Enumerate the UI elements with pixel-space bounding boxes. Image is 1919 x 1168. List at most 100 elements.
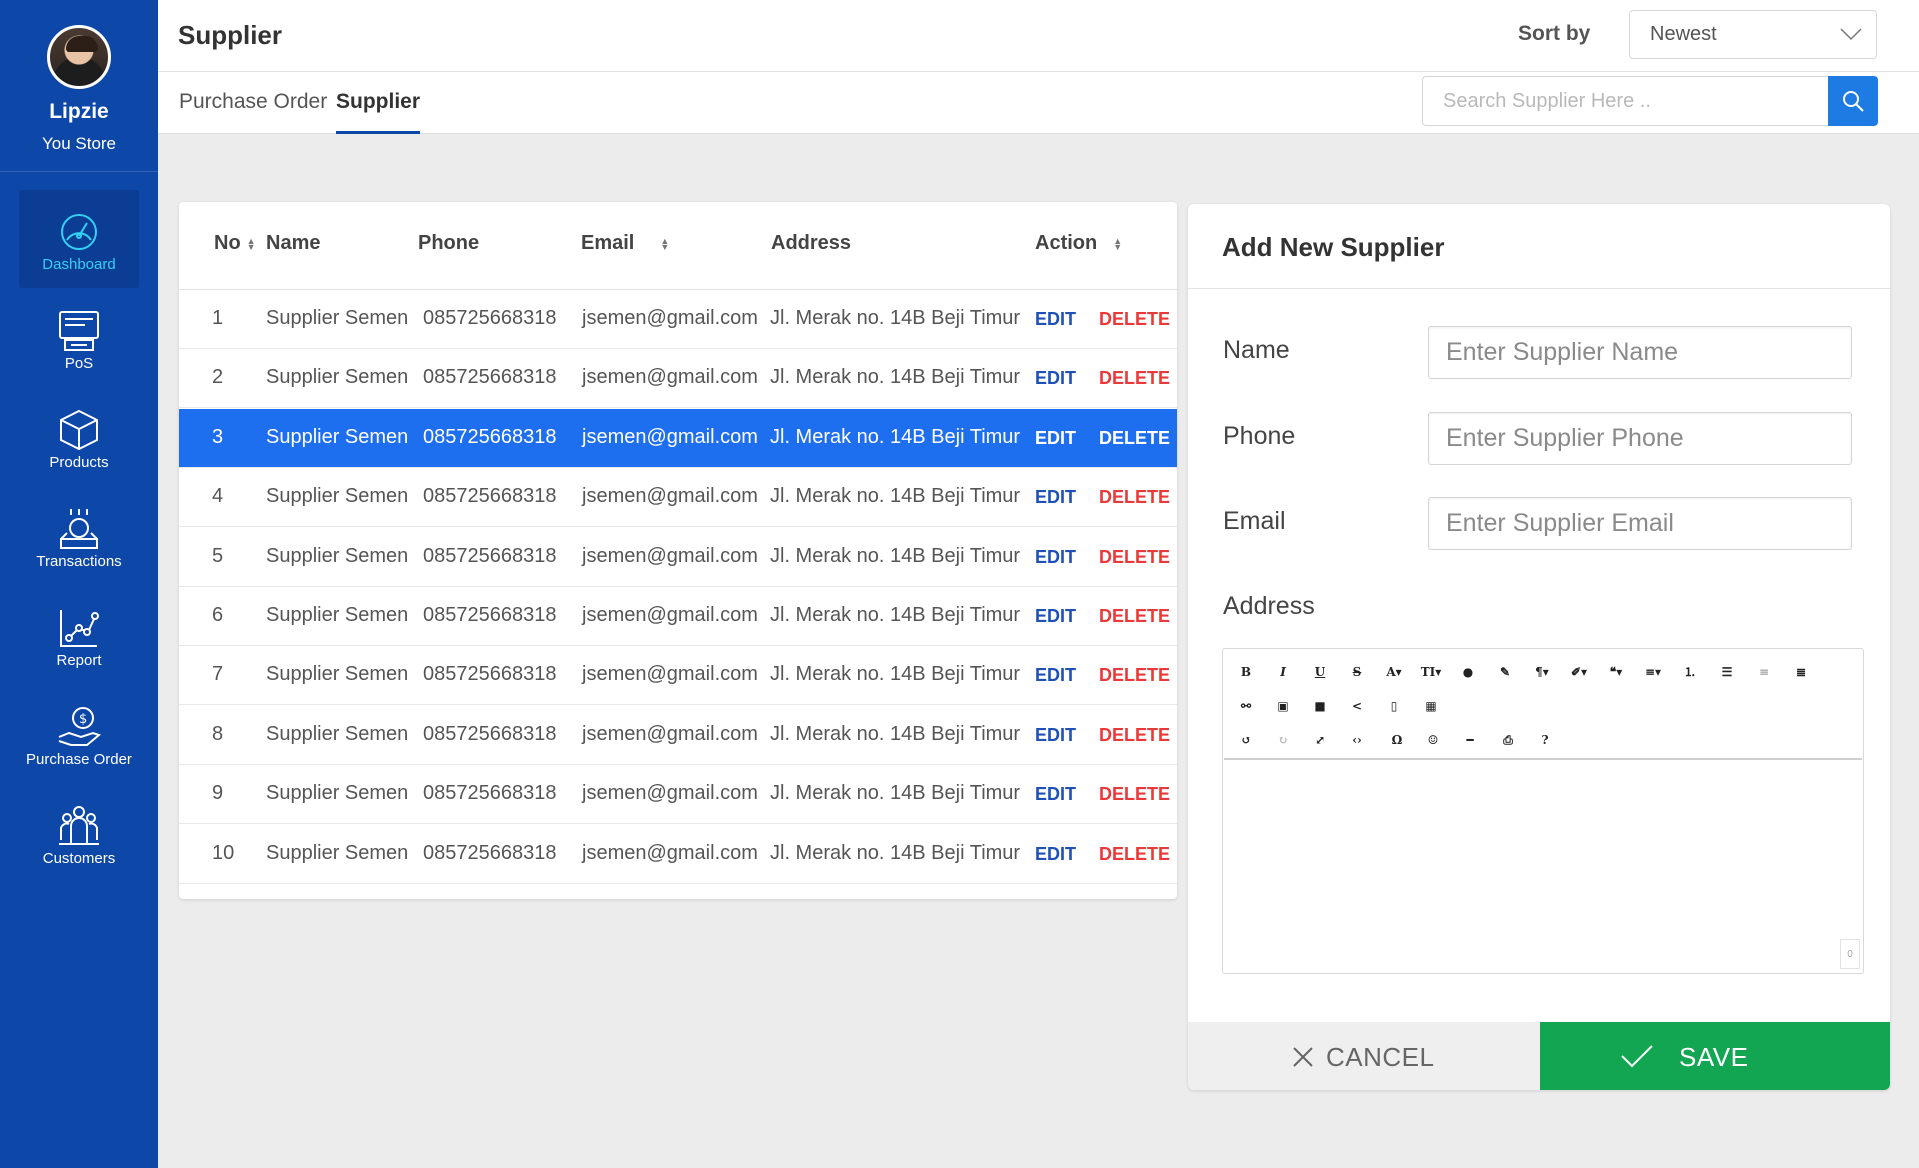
edit-link[interactable]: EDIT [1035,844,1076,865]
edit-link[interactable]: EDIT [1035,547,1076,568]
save-button[interactable]: SAVE [1540,1022,1890,1090]
table-row[interactable]: 3 Supplier Semen 085725668318 jsemen@gmail.… [179,408,1177,468]
delete-link[interactable]: DELETE [1099,309,1170,330]
edit-link[interactable]: EDIT [1035,309,1076,330]
table-row[interactable]: 4 Supplier Semen 085725668318 jsemen@gmail.… [179,468,1177,528]
table-row[interactable]: 5 Supplier Semen 085725668318 jsemen@gmail.… [179,528,1177,587]
search-bar [1422,76,1878,126]
table-row[interactable]: 6 Supplier Semen 085725668318 jsemen@gmail.… [179,587,1177,646]
delete-link[interactable]: DELETE [1099,784,1170,805]
page-title: Supplier [178,20,283,50]
tab-supplier[interactable]: Supplier [336,90,421,134]
edit-link[interactable]: EDIT [1035,487,1076,508]
nav-customers[interactable]: Customers [19,784,139,882]
delete-link[interactable]: DELETE [1099,547,1170,568]
underline-icon[interactable]: U [1306,660,1334,684]
table-row[interactable]: 10 Supplier Semen 085725668318 jsemen@gmail… [179,825,1177,884]
column-header-no[interactable]: No ▲ ▼ [214,232,256,255]
tab-purchase-order[interactable]: Purchase Order [179,90,327,134]
delete-link[interactable]: DELETE [1099,368,1170,389]
nav-report[interactable]: Report [19,586,139,684]
sort-select[interactable]: Newest [1629,10,1877,59]
column-header-action[interactable]: Action ▲ ▼ [1035,232,1122,255]
supplier-name: Supplier Semen [266,841,409,864]
search-input[interactable] [1422,76,1828,126]
delete-link[interactable]: DELETE [1099,725,1170,746]
edit-link[interactable]: EDIT [1035,428,1076,449]
transactions-icon [60,509,98,549]
special-char-icon[interactable]: Ω [1383,728,1411,752]
delete-link[interactable]: DELETE [1099,487,1170,508]
column-header-email[interactable]: Email ▲ ▼ [581,232,669,255]
supplier-phone: 085725668318 [423,782,557,805]
supplier-name-field[interactable] [1428,326,1852,379]
nav-dashboard[interactable]: Dashboard [19,190,139,288]
nav-purchase-order[interactable]: $ Purchase Order [19,685,139,783]
chevron-down-icon [1840,28,1862,41]
subbar: Purchase Order Supplier [158,72,1919,134]
supplier-email: jsemen@gmail.com [582,722,758,745]
svg-text:$: $ [79,712,87,727]
bold-icon[interactable]: B [1232,660,1260,684]
search-button[interactable] [1828,76,1878,126]
italic-icon[interactable]: I [1269,660,1297,684]
edit-link[interactable]: EDIT [1035,665,1076,686]
row-number: 8 [212,722,224,745]
delete-link[interactable]: DELETE [1099,844,1170,865]
supplier-phone: 085725668318 [423,841,557,864]
help-icon[interactable]: ? [1531,728,1559,752]
supplier-address: Jl. Merak no. 14B Beji Timur [770,425,1021,448]
supplier-email-field[interactable] [1428,497,1852,550]
fullscreen-icon[interactable]: ⤢ [1306,728,1334,752]
indent-icon[interactable]: ≣ [1787,660,1815,684]
unordered-list-icon[interactable]: ☰ [1713,660,1741,684]
align-icon[interactable]: ≡▾ [1639,660,1667,684]
edit-link[interactable]: EDIT [1035,784,1076,805]
supplier-phone: 085725668318 [423,604,557,626]
sidebar: Lipzie You Store Dashboard PoS Products … [0,0,158,1168]
delete-link[interactable]: DELETE [1099,665,1170,686]
redo-icon[interactable]: ↻ [1269,728,1297,752]
emoticon-icon[interactable]: ☺ [1419,728,1447,752]
edit-link[interactable]: EDIT [1035,606,1076,627]
strikethrough-icon[interactable]: S [1343,660,1371,684]
nav-pos[interactable]: PoS [19,289,139,387]
address-editor-body[interactable] [1224,762,1862,962]
style-brush-icon[interactable]: ✐▾ [1565,660,1593,684]
table-row[interactable]: 8 Supplier Semen 085725668318 jsemen@gmail.… [179,706,1177,765]
nav-transactions[interactable]: Transactions [19,487,139,585]
supplier-phone: 085725668318 [423,485,557,508]
font-color-icon[interactable]: A▾ [1380,660,1408,684]
font-size-icon[interactable]: TI▾ [1417,660,1445,684]
share-icon[interactable]: < [1343,694,1371,718]
supplier-phone-field[interactable] [1428,412,1852,465]
eraser-icon[interactable]: ✎ [1491,660,1519,684]
paragraph-icon[interactable]: ¶▾ [1528,660,1556,684]
highlight-drop-icon[interactable]: ● [1454,660,1482,684]
quote-icon[interactable]: ❝▾ [1602,660,1630,684]
cancel-button[interactable]: CANCEL [1188,1022,1540,1090]
code-view-icon[interactable]: ‹› [1343,728,1371,752]
horizontal-line-icon[interactable]: ━ [1456,728,1484,752]
outdent-icon[interactable]: ≡ [1750,660,1778,684]
nav-products[interactable]: Products [19,388,139,486]
link-icon[interactable]: ⚯ [1232,694,1260,718]
undo-icon[interactable]: ↺ [1232,728,1260,752]
video-icon[interactable]: ■ [1306,694,1334,718]
table-icon[interactable]: ▦ [1417,694,1445,718]
table-row[interactable]: 7 Supplier Semen 085725668318 jsemen@gmail.… [179,646,1177,706]
delete-link[interactable]: DELETE [1099,428,1170,449]
file-icon[interactable]: ▯ [1380,694,1408,718]
edit-link[interactable]: EDIT [1035,368,1076,389]
print-icon[interactable]: ⎙ [1494,728,1522,752]
edit-link[interactable]: EDIT [1035,725,1076,746]
table-row[interactable]: 9 Supplier Semen 085725668318 jsemen@gmail.… [179,765,1177,825]
table-row[interactable]: 2 Supplier Semen 085725668318 jsemen@gmail.… [179,349,1177,409]
close-icon [1293,1047,1313,1067]
ordered-list-icon[interactable]: ⒈ [1676,660,1704,684]
delete-link[interactable]: DELETE [1099,606,1170,627]
table-row[interactable]: 1 Supplier Semen 085725668318 jsemen@gmail.… [179,290,1177,349]
add-supplier-form: Add New Supplier Name Phone Email Addres… [1188,204,1890,1090]
avatar[interactable] [47,25,111,89]
image-icon[interactable]: ▣ [1269,694,1297,718]
